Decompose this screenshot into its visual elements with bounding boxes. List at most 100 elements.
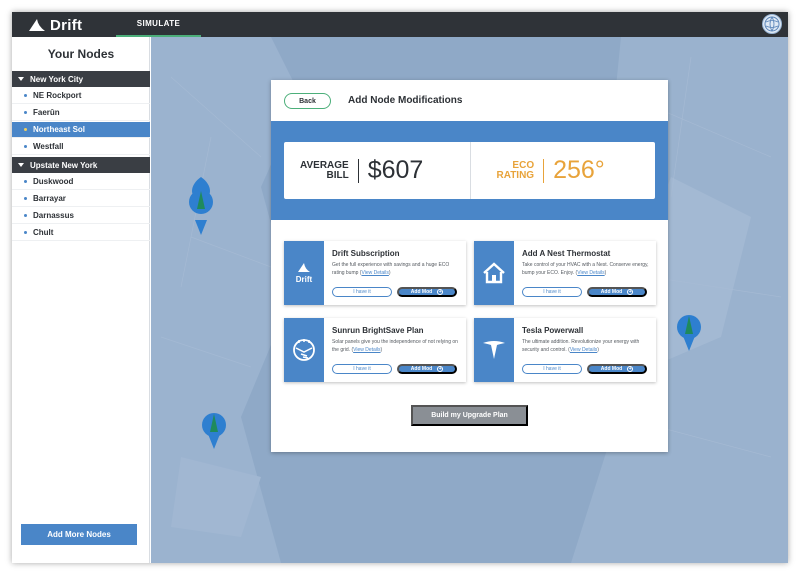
globe-icon[interactable] bbox=[762, 14, 782, 34]
average-bill-label-line1: AVERAGE bbox=[300, 159, 349, 171]
node-label: Duskwood bbox=[33, 177, 74, 186]
view-details-link[interactable]: View Details bbox=[353, 347, 380, 353]
node-dot-icon bbox=[24, 197, 27, 200]
average-bill-value: $607 bbox=[367, 156, 424, 184]
plus-circle-icon: + bbox=[437, 288, 444, 295]
group-header-upstate-new-york[interactable]: Upstate New York bbox=[12, 157, 150, 173]
sidebar-node-ne-rockport[interactable]: NE Rockport bbox=[12, 88, 150, 104]
eco-rating-label-line1: ECO bbox=[512, 159, 535, 171]
drift-logo[interactable]: Drift bbox=[28, 15, 82, 35]
node-label: Chult bbox=[33, 228, 54, 237]
i-have-it-button[interactable]: I have it bbox=[522, 364, 582, 374]
mod-card-nest-thermostat: Add A Nest Thermostat Take control of yo… bbox=[474, 241, 656, 305]
mod-title: Tesla Powerwall bbox=[522, 326, 584, 335]
average-bill-stat: AVERAGE BILL $607 bbox=[284, 142, 470, 199]
mod-description-end: ) bbox=[597, 347, 599, 353]
add-node-modifications-modal: Back Add Node Modifications AVERAGE BILL… bbox=[271, 80, 668, 452]
mod-description-text: Solar panels give you the independence o… bbox=[332, 339, 458, 353]
drift-logo-text: Drift bbox=[296, 275, 313, 284]
mod-description-end: ) bbox=[604, 270, 607, 276]
sidebar-title: Your Nodes bbox=[47, 47, 115, 61]
group-label: New York City bbox=[30, 74, 84, 84]
solar-sun-icon bbox=[284, 318, 324, 382]
mod-title: Sunrun BrightSave Plan bbox=[332, 326, 424, 335]
group-label: Upstate New York bbox=[30, 160, 98, 170]
mod-description: The ultimate addition. Revolutionize you… bbox=[522, 338, 650, 354]
app-window: Drift SIMULATE Your Nodes New York City … bbox=[12, 12, 788, 563]
add-mod-label: Add Mod bbox=[600, 289, 623, 295]
sidebar-node-westfall[interactable]: Westfall bbox=[12, 139, 150, 155]
sidebar-node-faerun[interactable]: Faerûn bbox=[12, 105, 150, 121]
divider bbox=[357, 158, 359, 183]
node-label: NE Rockport bbox=[33, 91, 82, 100]
mod-description-end: ) bbox=[388, 270, 391, 276]
drift-logo-icon: Drift bbox=[284, 241, 324, 305]
node-label: Barrayar bbox=[33, 194, 66, 203]
eco-rating-label: ECO RATING bbox=[496, 159, 535, 181]
node-dot-icon bbox=[24, 214, 27, 217]
average-bill-label-line2: BILL bbox=[326, 169, 349, 181]
add-more-nodes-button[interactable]: Add More Nodes bbox=[21, 524, 137, 545]
add-mod-button[interactable]: Add Mod + bbox=[397, 287, 457, 297]
collapse-triangle-icon bbox=[18, 77, 24, 81]
mod-card-tesla-powerwall: Tesla Powerwall The ultimate addition. R… bbox=[474, 318, 656, 382]
i-have-it-button[interactable]: I have it bbox=[332, 287, 392, 297]
node-dot-icon bbox=[24, 94, 27, 97]
plus-circle-icon: + bbox=[627, 288, 634, 295]
eco-rating-stat: ECO RATING 256° bbox=[469, 142, 656, 199]
i-have-it-button[interactable]: I have it bbox=[522, 287, 582, 297]
add-mod-label: Add Mod bbox=[600, 366, 623, 372]
view-details-link[interactable]: View Details bbox=[570, 347, 597, 353]
average-bill-label: AVERAGE BILL bbox=[300, 159, 349, 181]
node-label: Westfall bbox=[33, 142, 64, 151]
eco-rating-value: 256° bbox=[553, 156, 605, 184]
node-dot-icon bbox=[24, 180, 27, 183]
node-dot-icon bbox=[24, 128, 27, 131]
sidebar: Your Nodes New York City NE Rockport Fae… bbox=[12, 37, 150, 563]
app-name: Drift bbox=[50, 16, 83, 34]
tab-simulate[interactable]: SIMULATE bbox=[116, 12, 201, 37]
add-mod-button[interactable]: Add Mod + bbox=[397, 364, 457, 374]
house-icon bbox=[474, 241, 514, 305]
modal-title: Add Node Modifications bbox=[348, 95, 463, 106]
mod-card-sunrun-brightsave: Sunrun BrightSave Plan Solar panels give… bbox=[284, 318, 466, 382]
mod-card-drift-subscription: Drift Drift Subscription Get the full ex… bbox=[284, 241, 466, 305]
group-header-new-york-city[interactable]: New York City bbox=[12, 71, 150, 87]
sidebar-node-chult[interactable]: Chult bbox=[12, 225, 150, 241]
node-dot-icon bbox=[24, 111, 27, 114]
add-mod-label: Add Mod bbox=[410, 289, 433, 295]
add-mod-button[interactable]: Add Mod + bbox=[587, 287, 647, 297]
node-label: Faerûn bbox=[33, 108, 60, 117]
mod-title: Drift Subscription bbox=[332, 249, 400, 258]
mod-description-end: ) bbox=[380, 347, 383, 353]
node-label: Northeast Sol bbox=[33, 125, 86, 134]
add-mod-label: Add Mod bbox=[410, 366, 433, 372]
sidebar-node-northeast-sol[interactable]: Northeast Sol bbox=[12, 122, 150, 138]
node-dot-icon bbox=[24, 231, 27, 234]
tesla-logo-icon bbox=[474, 318, 514, 382]
top-bar: Drift SIMULATE bbox=[12, 12, 788, 37]
sidebar-node-duskwood[interactable]: Duskwood bbox=[12, 174, 150, 190]
build-upgrade-plan-button[interactable]: Build my Upgrade Plan bbox=[411, 405, 528, 426]
node-label: Darnassus bbox=[33, 211, 74, 220]
view-details-link[interactable]: View Details bbox=[361, 270, 388, 276]
view-details-link[interactable]: View Details bbox=[577, 270, 604, 276]
plus-circle-icon: + bbox=[627, 365, 634, 372]
sidebar-node-darnassus[interactable]: Darnassus bbox=[12, 208, 150, 224]
mod-description: Get the full experience with savings and… bbox=[332, 261, 460, 277]
divider bbox=[543, 158, 545, 183]
stats-card: AVERAGE BILL $607 ECO RATING 256° bbox=[284, 142, 655, 199]
drift-shark-fin-icon bbox=[29, 19, 45, 31]
mod-description: Solar panels give you the independence o… bbox=[332, 338, 460, 354]
mod-description: Take control of your HVAC with a Nest. C… bbox=[522, 261, 650, 277]
i-have-it-button[interactable]: I have it bbox=[332, 364, 392, 374]
stats-band: AVERAGE BILL $607 ECO RATING 256° bbox=[271, 121, 668, 220]
eco-rating-label-line2: RATING bbox=[496, 169, 535, 181]
add-mod-button[interactable]: Add Mod + bbox=[587, 364, 647, 374]
back-button[interactable]: Back bbox=[284, 93, 331, 109]
collapse-triangle-icon bbox=[18, 163, 24, 167]
plus-circle-icon: + bbox=[437, 365, 444, 372]
mod-title: Add A Nest Thermostat bbox=[522, 249, 611, 258]
node-dot-icon bbox=[24, 145, 27, 148]
sidebar-node-barrayar[interactable]: Barrayar bbox=[12, 191, 150, 207]
